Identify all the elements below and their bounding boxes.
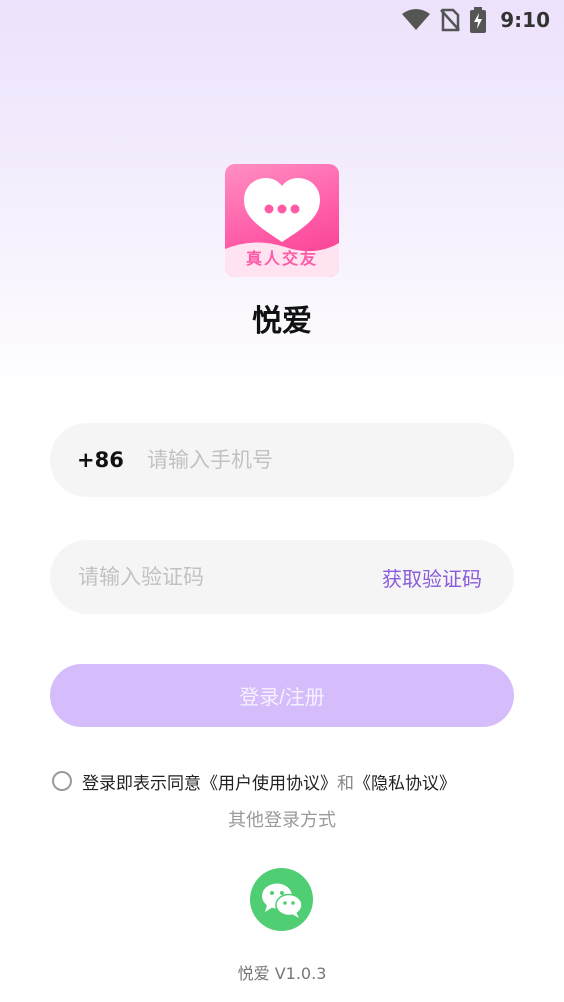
agreement-prefix: 登录即表示同意 bbox=[82, 773, 201, 794]
code-field[interactable]: 获取验证码 bbox=[50, 540, 514, 614]
app-name: 悦爱 bbox=[252, 304, 312, 339]
login-register-button[interactable]: 登录/注册 bbox=[50, 664, 514, 727]
chat-heart-icon bbox=[244, 178, 320, 242]
logo-text: 真人交友 bbox=[245, 249, 318, 268]
app-version: 悦爱 V1.0.3 bbox=[237, 964, 327, 983]
wechat-login-button[interactable] bbox=[250, 868, 313, 931]
agreement-row: 登录即表示同意 《用户使用协议》 和 《隐私协议》 bbox=[52, 768, 456, 794]
no-sim-icon bbox=[440, 8, 461, 32]
user-agreement-link[interactable]: 《用户使用协议》 bbox=[201, 769, 337, 794]
wifi-icon bbox=[402, 9, 431, 31]
app-logo: 真人交友 bbox=[225, 164, 339, 277]
battery-charging-icon bbox=[470, 7, 487, 33]
wechat-icon bbox=[261, 883, 303, 918]
agreement-and: 和 bbox=[337, 773, 354, 794]
verification-code-input[interactable] bbox=[78, 565, 382, 589]
get-code-button[interactable]: 获取验证码 bbox=[382, 563, 482, 592]
agreement-checkbox[interactable] bbox=[52, 771, 72, 791]
privacy-policy-link[interactable]: 《隐私协议》 bbox=[354, 769, 456, 794]
phone-field[interactable]: +86 bbox=[50, 423, 514, 497]
other-login-label: 其他登录方式 bbox=[228, 810, 336, 831]
phone-input[interactable] bbox=[147, 448, 514, 472]
status-bar: 9:10 bbox=[0, 0, 564, 40]
status-time: 9:10 bbox=[500, 8, 550, 32]
country-code[interactable]: +86 bbox=[77, 448, 147, 472]
